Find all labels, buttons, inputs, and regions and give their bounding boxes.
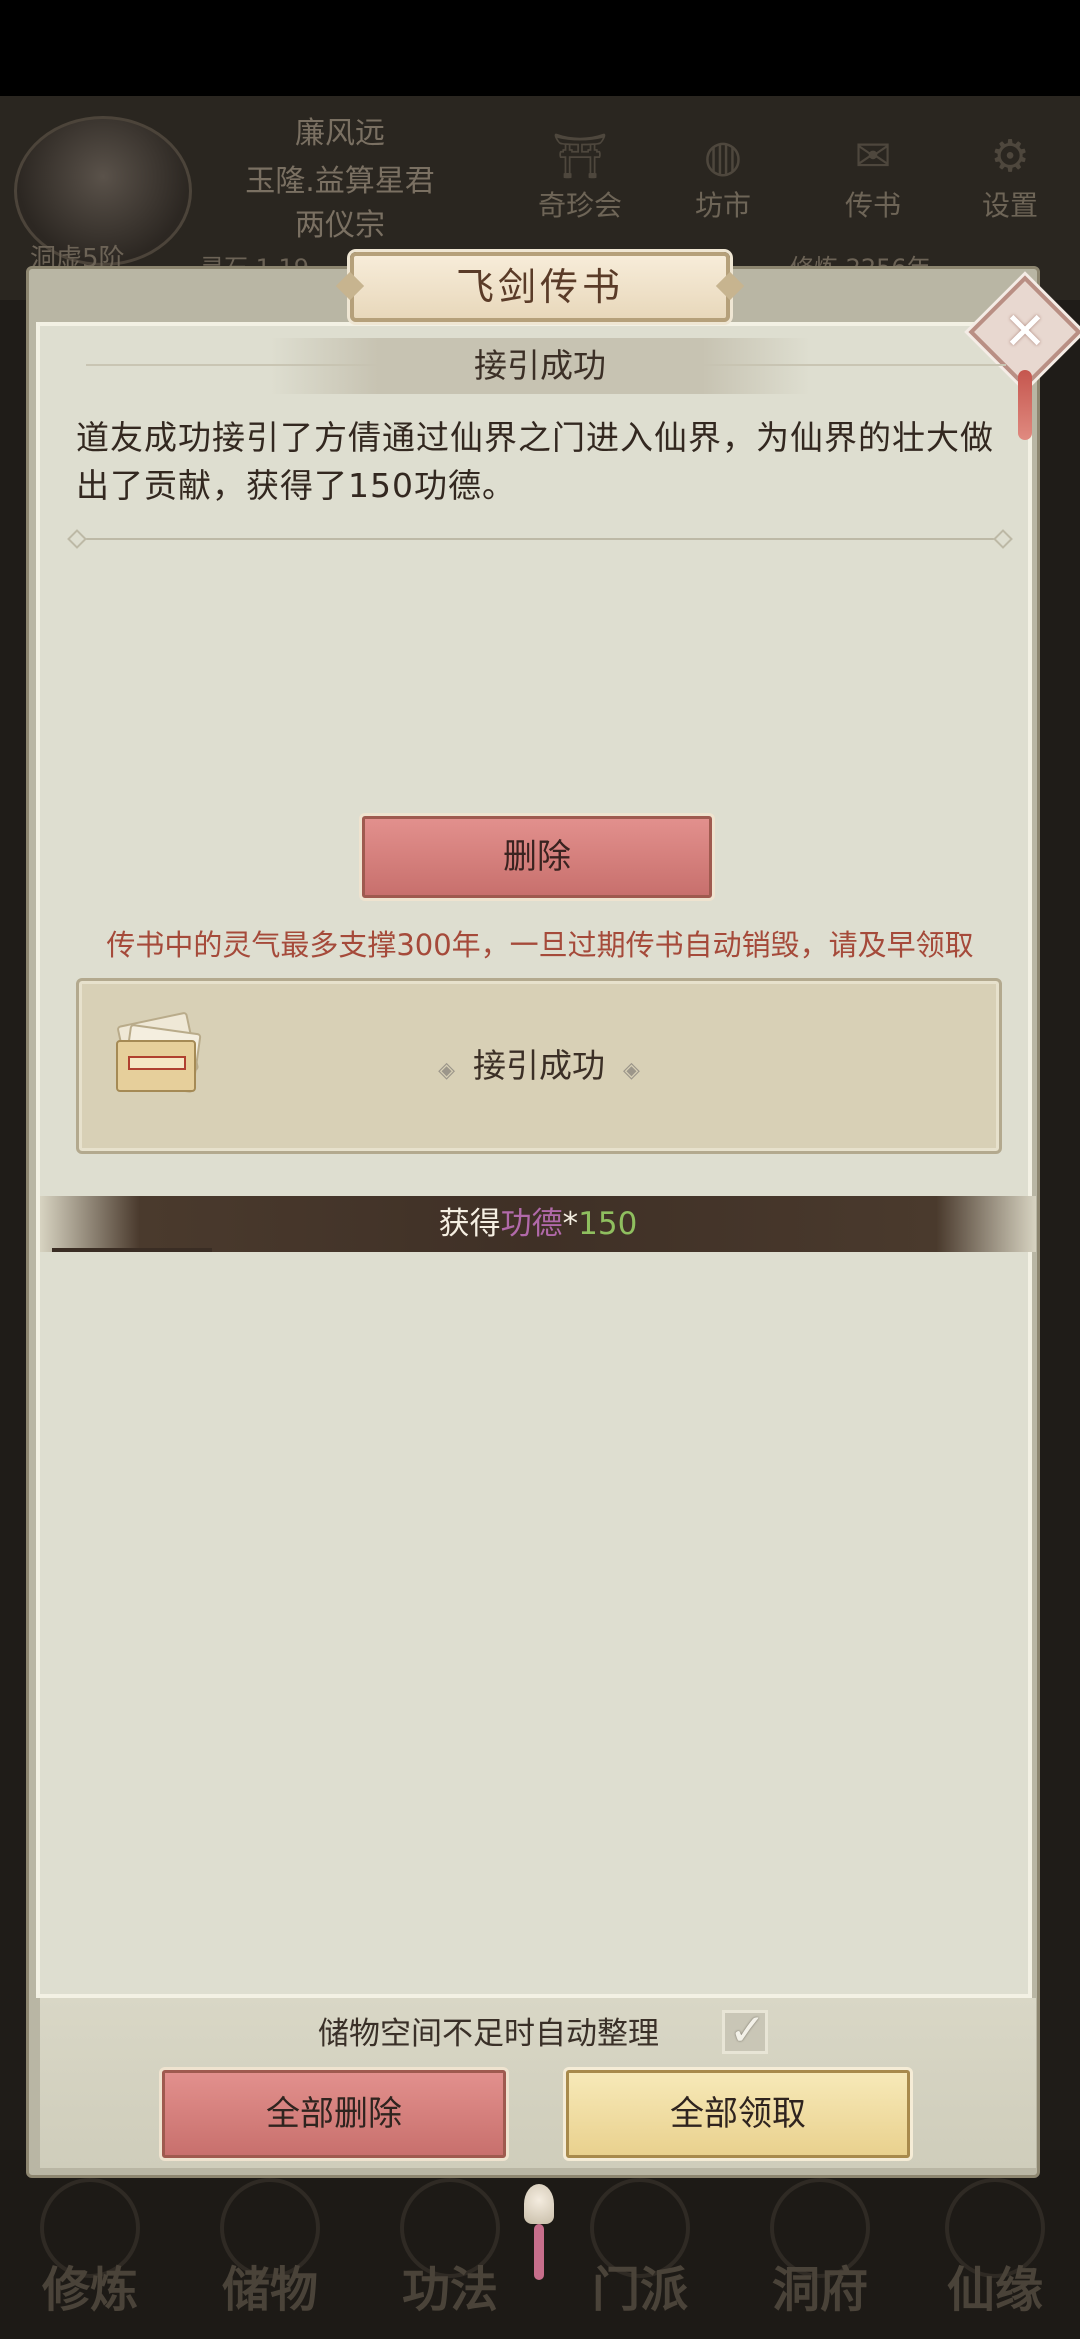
tassel-decoration [534,2224,544,2280]
expiry-notice: 传书中的灵气最多支撑300年，一旦过期传书自动销毁，请及早领取 [106,928,974,962]
delete-button[interactable]: 删除 [362,816,712,898]
bottom-nav-storage: 储物 [190,2178,350,2318]
modal-title: 飞剑传书 [350,252,730,322]
close-icon: ✕ [1003,302,1047,362]
reward-underline [52,1248,212,1252]
bottom-nav-label: 储物 [221,2262,318,2318]
bottom-nav-label: 门派 [591,2262,688,2318]
mail-item-title: ◈ 接引成功 ◈ [79,981,999,1156]
delete-all-button[interactable]: 全部删除 [162,2070,506,2158]
mail-item-title-text: 接引成功 [473,1046,605,1085]
treasure-pavilion-icon: ⛩ [552,131,608,182]
nav-label: 奇珍会 [537,189,622,222]
mail-modal-content [36,322,1032,1998]
player-name: 廉风远 [295,116,385,151]
ornament-icon: ◈ [438,1058,455,1083]
background-right-strip [1040,300,1080,2180]
content-divider [70,538,1010,540]
checkmark-icon: ✓ [729,2005,766,2056]
bottom-nav-sect: 门派 [560,2178,720,2318]
tassel-decoration [1018,370,1032,440]
nav-label: 传书 [844,189,901,222]
player-title: 玉隆.益算星君 [245,164,435,199]
bottom-nav-label: 洞府 [771,2262,868,2318]
bottom-nav-fate: 仙缘 [915,2178,1075,2318]
mail-body: 道友成功接引了方倩通过仙界之门进入仙界，为仙界的壮大做出了贡献，获得了150功德… [76,418,994,505]
reward-item: 功德 [500,1206,563,1242]
bottom-nav-cave: 洞府 [740,2178,900,2318]
ornament-icon: ◈ [623,1058,640,1083]
nav-market: ◍ 坊市 [668,130,778,224]
reward-amount: 150 [578,1206,638,1242]
reward-bar: 获得功德*150 [40,1196,1036,1252]
player-sect: 两仪宗 [295,208,385,243]
mail-subject: 接引成功 [474,346,606,385]
reward-prefix: 获得 [438,1206,501,1242]
auto-sort-label: 储物空间不足时自动整理 [318,2016,659,2052]
nav-letters: ✉ 传书 [818,130,928,224]
nav-label: 设置 [981,189,1038,222]
gear-icon: ⚙ [990,131,1030,182]
reward-separator: * [562,1206,579,1242]
reward-text: 获得功德*150 [40,1196,1036,1252]
nav-settings: ⚙ 设置 [955,130,1065,224]
claim-all-button[interactable]: 全部领取 [566,2070,910,2158]
bottom-nav-techniques: 功法 [370,2178,530,2318]
bottom-nav-label: 仙缘 [946,2262,1043,2318]
bottom-nav-label: 功法 [401,2262,498,2318]
market-icon: ◍ [703,131,743,182]
auto-sort-checkbox[interactable]: ✓ [722,2005,768,2056]
nav-qizhenhui: ⛩ 奇珍会 [525,130,635,224]
letter-icon: ✉ [854,131,892,182]
bell-icon [524,2184,554,2224]
mail-list-item[interactable]: ◈ 接引成功 ◈ [76,978,1002,1154]
nav-label: 坊市 [694,189,751,222]
bottom-nav-cultivate: 修炼 [10,2178,170,2318]
bottom-nav-label: 修炼 [41,2262,138,2318]
